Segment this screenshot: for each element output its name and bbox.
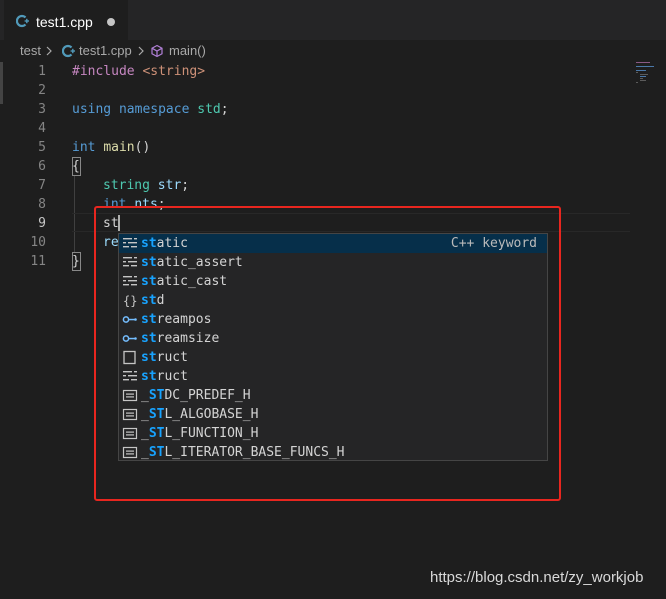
minimap-line [640,78,643,79]
semicolon: ; [220,102,229,117]
breadcrumb: test test1.cpp main() [0,40,666,62]
breadcrumb-folder[interactable]: test [20,43,41,59]
namespace-name: std [197,102,221,117]
line-number: 2 [38,83,46,98]
minimap-line [636,70,646,71]
watermark: https://blog.csdn.net/zy_workjob [430,569,644,586]
line-number: 5 [38,140,46,155]
int-keyword: int [72,140,96,155]
line-number: 3 [38,102,46,117]
code-line-6: { [72,157,81,176]
minimap[interactable] [634,62,666,102]
function-name: main [103,140,135,155]
variable-name: str [157,178,182,193]
minimap-line [640,80,646,81]
code-line-1: #include <string> [72,62,205,81]
minimap-line [636,66,654,67]
cpp-file-icon [62,44,75,58]
line-number: 1 [38,64,46,79]
line-number: 4 [38,121,46,136]
line-number: 10 [30,235,46,250]
line-number: 7 [38,178,46,193]
line-number: 11 [30,254,46,269]
line-number-current: 9 [38,216,46,231]
minimap-line [636,62,650,63]
line-number: 6 [38,159,46,174]
type-name: string [103,178,150,193]
code-line-5: int main() [72,138,150,157]
chevron-right-icon [46,46,52,56]
include-directive: #include [72,64,135,79]
code-line-11: } [72,252,81,271]
minimap-line [640,76,646,77]
minimap-line [636,82,638,83]
parens: () [134,140,151,155]
annotation-highlight-box [94,206,561,501]
minimap-line [640,74,648,75]
minimap-line [636,72,638,73]
close-brace: } [72,254,80,269]
tab-bar: test1.cpp [0,0,666,40]
method-cube-icon [151,44,163,58]
using-keyword: using [72,102,112,117]
code-line-7: string str; [103,176,189,195]
tab-label: test1.cpp [36,14,93,30]
tab-test1-cpp[interactable]: test1.cpp [4,0,128,40]
unsaved-dot-icon[interactable] [107,18,115,26]
cpp-file-icon [16,14,29,28]
chevron-right-icon [138,46,144,56]
include-header: <string> [142,64,206,79]
semicolon: ; [181,178,190,193]
breadcrumb-symbol[interactable]: main() [169,43,206,59]
breadcrumb-file[interactable]: test1.cpp [79,43,132,59]
namespace-keyword: namespace [118,102,190,117]
line-number: 8 [38,197,46,212]
code-line-3: using namespace std; [72,100,229,119]
open-brace: { [72,159,80,174]
